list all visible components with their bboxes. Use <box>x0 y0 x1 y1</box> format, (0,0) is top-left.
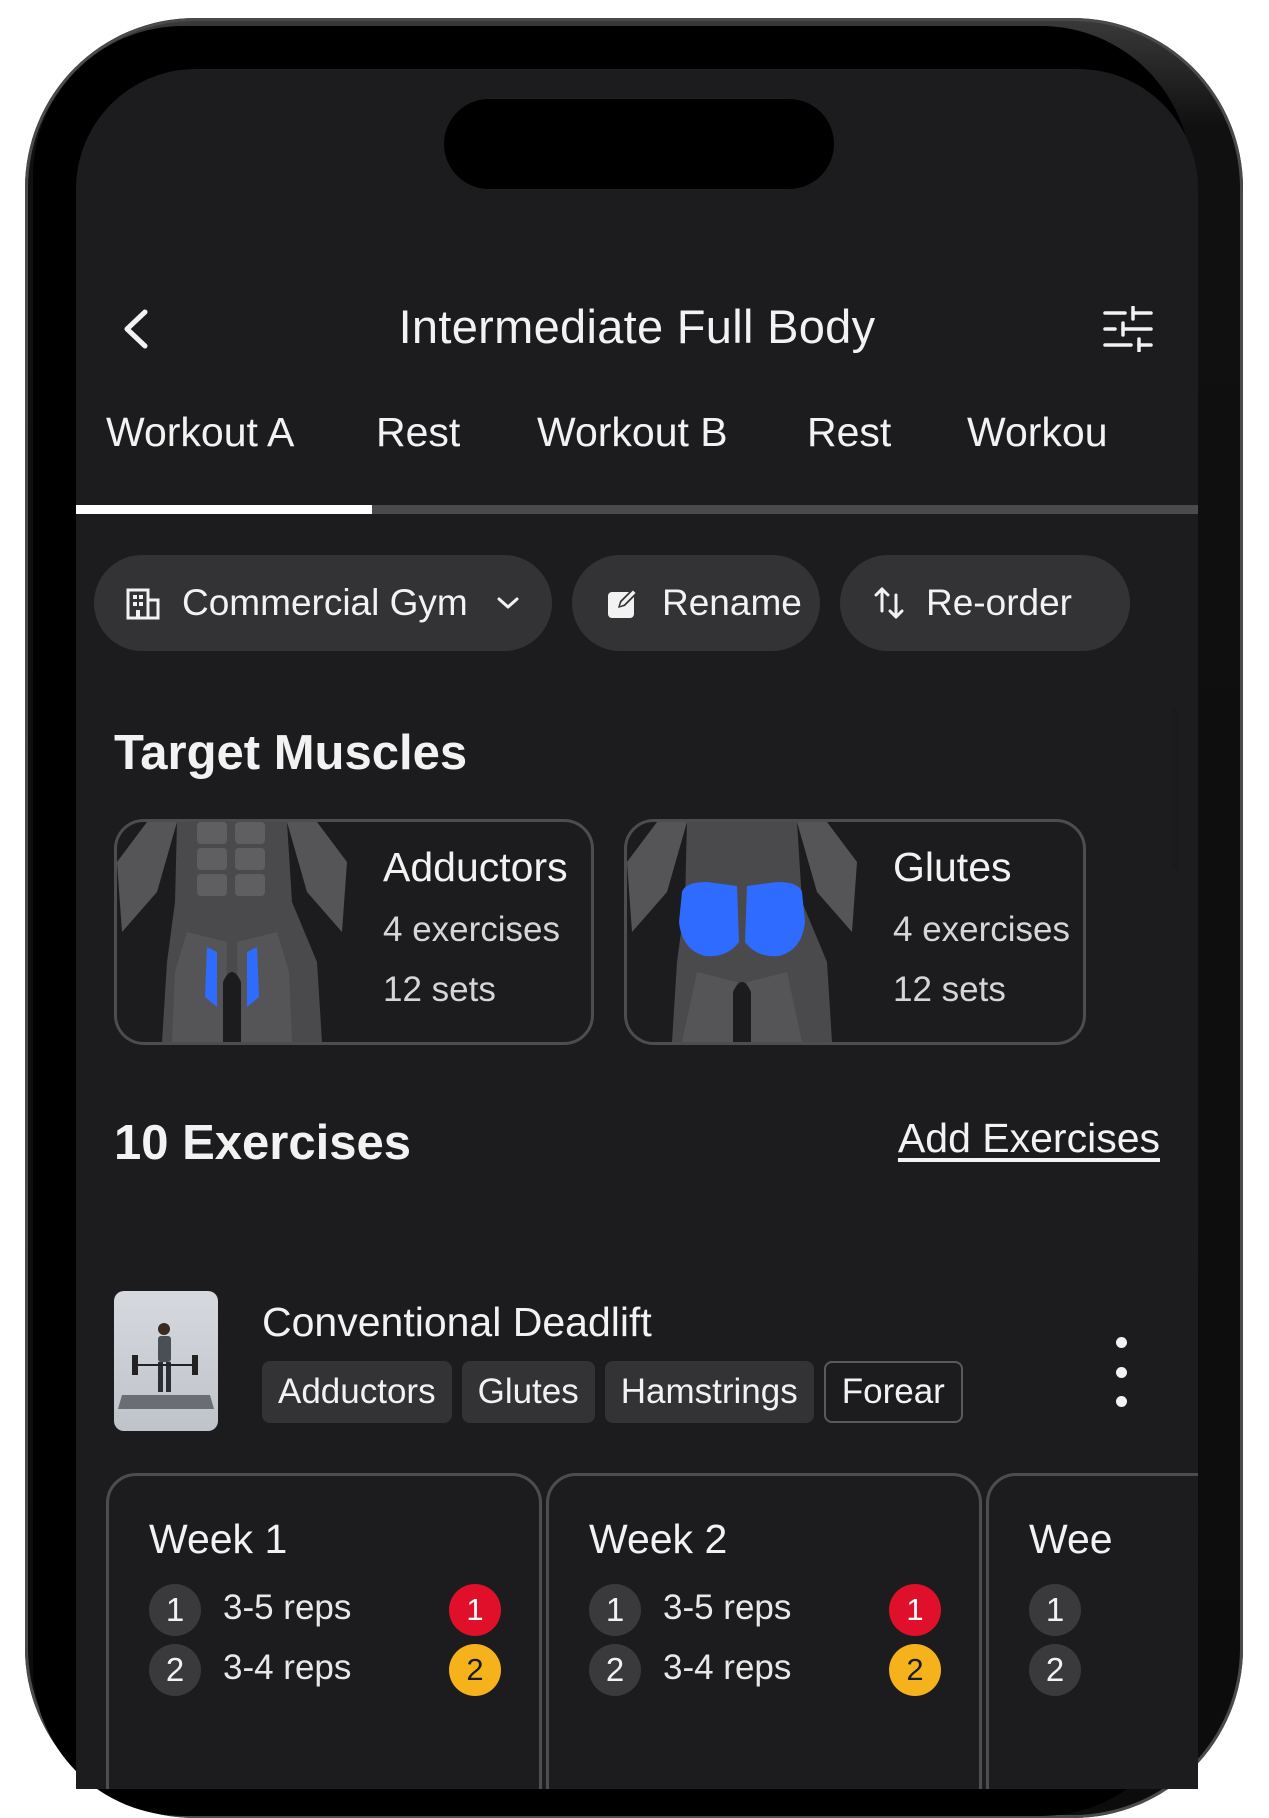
muscle-set-count: 12 sets <box>383 970 496 1009</box>
set-number: 1 <box>149 1584 201 1636</box>
set-number: 2 <box>149 1644 201 1696</box>
tab-workout-c[interactable]: Workou <box>967 409 1108 456</box>
reorder-icon <box>874 585 904 621</box>
muscle-exercise-count: 4 exercises <box>383 910 561 949</box>
add-exercises-link[interactable]: Add Exercises <box>898 1115 1160 1162</box>
muscle-name: Glutes <box>893 844 1012 890</box>
set-reps: 3-5 reps <box>223 1588 352 1627</box>
set-reps: 3-4 reps <box>223 1648 352 1687</box>
week-title: Week 2 <box>589 1516 728 1562</box>
week-card[interactable]: Week 2 1 3-5 reps 1 2 3-4 reps 2 <box>546 1473 982 1789</box>
glutes-muscle-icon <box>627 822 857 1042</box>
dynamic-island <box>444 99 834 189</box>
tab-indicator <box>76 505 372 514</box>
muscle-tag: Glutes <box>461 1361 595 1423</box>
gym-selector-label: Commercial Gym <box>182 582 468 623</box>
set-number: 2 <box>589 1644 641 1696</box>
adductors-muscle-icon <box>117 822 347 1042</box>
settings-button[interactable] <box>1098 299 1158 359</box>
week-title: Wee <box>1029 1516 1113 1562</box>
page-title: Intermediate Full Body <box>398 300 876 353</box>
app-screen: Intermediate Full Body Workout A Rest Wo… <box>76 69 1198 1789</box>
chevron-down-icon <box>496 595 520 611</box>
tab-rest-1[interactable]: Rest <box>376 409 460 456</box>
set-reps: 3-5 reps <box>663 1588 792 1627</box>
tab-workout-a[interactable]: Workout A <box>106 409 294 456</box>
set-number: 1 <box>589 1584 641 1636</box>
muscle-tag: Hamstrings <box>604 1361 814 1423</box>
muscle-set-count: 12 sets <box>893 970 1006 1009</box>
muscle-tag-strip: Adductors Glutes Hamstrings Forear <box>262 1361 1026 1427</box>
set-number: 1 <box>1029 1584 1081 1636</box>
rename-label: Rename <box>662 582 802 623</box>
set-row: 1 <box>1029 1584 1198 1636</box>
set-reps: 3-4 reps <box>663 1648 792 1687</box>
reorder-button[interactable]: Re-order <box>840 555 1130 651</box>
intensity-badge: 1 <box>449 1584 501 1636</box>
set-number: 2 <box>1029 1644 1081 1696</box>
exercises-count-title: 10 Exercises <box>114 1116 411 1170</box>
side-marker <box>1172 709 1178 869</box>
reorder-label: Re-order <box>926 582 1072 623</box>
week-card[interactable]: Wee 1 2 <box>986 1473 1198 1789</box>
intensity-badge: 2 <box>449 1644 501 1696</box>
gym-selector[interactable]: Commercial Gym <box>94 555 552 651</box>
week-title: Week 1 <box>149 1516 288 1562</box>
workout-tabs: Workout A Rest Workout B Rest Workou <box>76 399 1198 499</box>
set-row: 1 3-5 reps 1 <box>589 1584 949 1636</box>
intensity-badge: 2 <box>889 1644 941 1696</box>
rename-button[interactable]: Rename <box>572 555 820 651</box>
muscle-tag: Adductors <box>262 1361 452 1423</box>
tab-rest-2[interactable]: Rest <box>807 409 891 456</box>
tab-workout-b[interactable]: Workout B <box>537 409 728 456</box>
week-card[interactable]: Week 1 1 3-5 reps 1 2 3-4 reps 2 <box>106 1473 542 1789</box>
edit-icon <box>606 586 640 620</box>
muscle-card-glutes[interactable]: Glutes 4 exercises 12 sets <box>624 819 1086 1045</box>
muscle-card-adductors[interactable]: Adductors 4 exercises 12 sets <box>114 819 594 1045</box>
set-row: 2 3-4 reps 2 <box>589 1644 949 1696</box>
sliders-icon <box>1103 306 1153 352</box>
muscle-name: Adductors <box>383 844 568 890</box>
muscle-exercise-count: 4 exercises <box>893 910 1071 949</box>
set-row: 2 3-4 reps 2 <box>149 1644 509 1696</box>
set-row: 2 <box>1029 1644 1198 1696</box>
set-row: 1 3-5 reps 1 <box>149 1584 509 1636</box>
target-muscles-title: Target Muscles <box>114 726 468 780</box>
header: Intermediate Full Body <box>76 269 1198 379</box>
exercise-name[interactable]: Conventional Deadlift <box>262 1299 652 1346</box>
deadlift-image <box>118 1323 214 1409</box>
intensity-badge: 1 <box>889 1584 941 1636</box>
muscle-tag: Forear <box>823 1361 963 1423</box>
building-icon <box>126 586 160 620</box>
exercise-thumbnail[interactable] <box>114 1291 218 1431</box>
more-icon[interactable] <box>1106 1337 1136 1407</box>
